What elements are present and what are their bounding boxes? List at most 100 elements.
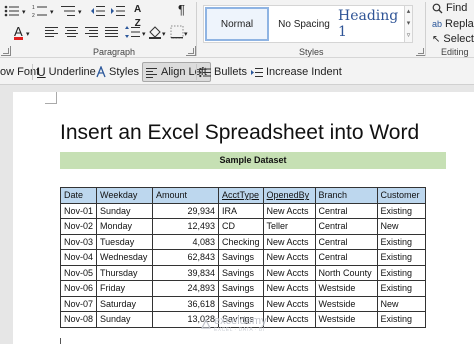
select-button[interactable]: ↖ Select ▾ (432, 33, 474, 45)
cell-weekday[interactable]: Sunday (96, 311, 154, 328)
cell-weekday[interactable]: Saturday (96, 295, 154, 312)
search-icon (432, 3, 443, 13)
cell-openedby[interactable]: New Accts (262, 311, 316, 328)
header-branch[interactable]: Branch (314, 187, 378, 204)
data-table[interactable]: Date Weekday Amount AcctType OpenedBy Br… (59, 187, 426, 328)
cell-date[interactable]: Nov-08 (59, 311, 98, 328)
dataset-label: Sample Dataset (60, 152, 446, 169)
cell-branch[interactable]: Central (314, 202, 378, 219)
cell-weekday[interactable]: Friday (96, 280, 154, 297)
cell-date[interactable]: Nov-03 (59, 233, 98, 250)
cell-accttype[interactable]: Savings (218, 249, 264, 266)
cell-customer[interactable]: Existing (376, 233, 426, 250)
cell-openedby[interactable]: New Accts (262, 264, 316, 281)
font-dialog-launcher-icon[interactable] (1, 46, 11, 56)
underline-button[interactable]: U Underline (37, 63, 96, 81)
cell-date[interactable]: Nov-01 (59, 202, 98, 219)
cell-amount[interactable]: 12,493 (152, 218, 220, 235)
numbering-icon[interactable]: 12 (32, 4, 50, 21)
cell-customer[interactable]: Existing (376, 264, 426, 281)
font-color-icon[interactable]: A (14, 25, 23, 40)
cell-date[interactable]: Nov-07 (59, 295, 98, 312)
header-weekday[interactable]: Weekday (96, 187, 154, 204)
paragraph-dialog-launcher-icon[interactable] (186, 46, 196, 56)
multilevel-list-icon[interactable] (60, 4, 78, 21)
style-no-spacing[interactable]: No Spacing (272, 7, 336, 41)
cell-openedby[interactable]: New Accts (262, 295, 316, 312)
cell-date[interactable]: Nov-02 (59, 218, 98, 235)
borders-icon[interactable] (170, 25, 184, 42)
style-normal[interactable]: Normal (205, 7, 269, 41)
cell-openedby[interactable]: New Accts (262, 233, 316, 250)
cell-amount[interactable]: 62,843 (152, 249, 220, 266)
cell-accttype[interactable]: IRA (218, 202, 264, 219)
header-openedby[interactable]: OpenedBy (262, 187, 316, 204)
cell-accttype[interactable]: Savings (218, 264, 264, 281)
header-accttype[interactable]: AcctType (218, 187, 264, 204)
cell-amount[interactable]: 36,618 (152, 295, 220, 312)
header-date[interactable]: Date (59, 187, 98, 204)
align-center-icon[interactable] (64, 25, 80, 42)
cell-customer[interactable]: Existing (376, 202, 426, 219)
replace-button[interactable]: ab Replace (432, 18, 474, 30)
chevron-down-icon[interactable]: ▾ (142, 28, 146, 42)
cell-weekday[interactable]: Wednesday (96, 249, 154, 266)
header-amount[interactable]: Amount (152, 187, 220, 204)
cell-branch[interactable]: Westside (314, 311, 378, 328)
chevron-down-icon[interactable]: ▾ (184, 28, 188, 42)
gallery-scrollbar[interactable]: ▴ ▾ ▿ (404, 6, 412, 42)
align-right-icon[interactable] (84, 25, 100, 42)
cell-date[interactable]: Nov-04 (59, 249, 98, 266)
cell-branch[interactable]: Central (314, 218, 378, 235)
chevron-down-icon[interactable]: ▾ (162, 28, 166, 42)
cell-amount[interactable]: 4,083 (152, 233, 220, 250)
cell-openedby[interactable]: New Accts (262, 280, 316, 297)
cell-branch[interactable]: Central (314, 249, 378, 266)
cell-accttype[interactable]: Savings (218, 295, 264, 312)
cell-customer[interactable]: New (376, 218, 426, 235)
cell-customer[interactable]: Existing (376, 249, 426, 266)
shading-icon[interactable] (148, 25, 162, 42)
header-customer[interactable]: Customer (376, 187, 426, 204)
cell-branch[interactable]: Westside (314, 295, 378, 312)
style-heading-1[interactable]: Heading 1 (338, 7, 404, 41)
cell-customer[interactable]: Existing (376, 280, 426, 297)
styles-button[interactable]: Styles ▾ (96, 63, 145, 81)
find-button[interactable]: Find (432, 2, 467, 14)
cell-weekday[interactable]: Monday (96, 218, 154, 235)
cell-accttype[interactable]: CD (218, 218, 264, 235)
cell-weekday[interactable]: Sunday (96, 202, 154, 219)
cell-weekday[interactable]: Tuesday (96, 233, 154, 250)
cell-accttype[interactable]: Checking (218, 233, 264, 250)
cell-weekday[interactable]: Thursday (96, 264, 154, 281)
document-page[interactable]: Insert an Excel Spreadsheet into Word Sa… (13, 92, 474, 344)
cell-accttype[interactable]: Savings (218, 280, 264, 297)
cell-customer[interactable]: New (376, 295, 426, 312)
align-left-icon[interactable] (44, 25, 60, 42)
cell-branch[interactable]: North County (314, 264, 378, 281)
cell-amount[interactable]: 24,893 (152, 280, 220, 297)
cell-openedby[interactable]: New Accts (262, 202, 316, 219)
cell-amount[interactable]: 29,934 (152, 202, 220, 219)
cell-openedby[interactable]: Teller (262, 218, 316, 235)
cell-amount[interactable]: 39,834 (152, 264, 220, 281)
cell-branch[interactable]: Westside (314, 280, 378, 297)
cell-branch[interactable]: Central (314, 233, 378, 250)
show-font-button[interactable]: ow Font (0, 63, 39, 81)
chevron-down-icon[interactable]: ▾ (22, 6, 26, 20)
bullets-icon[interactable] (4, 4, 22, 21)
cell-openedby[interactable]: New Accts (262, 249, 316, 266)
chevron-down-icon[interactable]: ▾ (50, 6, 54, 20)
bullets-button[interactable]: Bullets (199, 63, 247, 81)
justify-icon[interactable] (104, 25, 120, 42)
cell-date[interactable]: Nov-06 (59, 280, 98, 297)
cell-date[interactable]: Nov-05 (59, 264, 98, 281)
decrease-indent-icon[interactable] (90, 4, 106, 21)
increase-indent-icon[interactable] (110, 4, 126, 21)
line-spacing-icon[interactable] (124, 25, 142, 42)
show-formatting-icon[interactable]: ¶ (178, 3, 185, 17)
chevron-down-icon[interactable]: ▾ (26, 28, 30, 42)
cell-customer[interactable]: Existing (376, 311, 426, 328)
increase-indent-button[interactable]: Increase Indent (251, 63, 342, 81)
chevron-down-icon[interactable]: ▾ (78, 6, 82, 20)
